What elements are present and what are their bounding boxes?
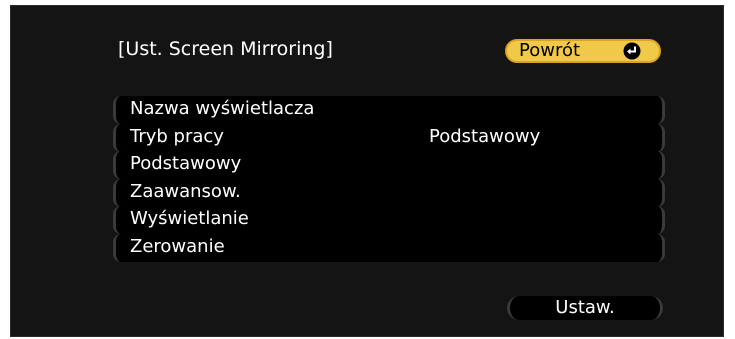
back-button-label: Powrót bbox=[519, 40, 581, 61]
menu-item-podstawowy[interactable]: Podstawowy bbox=[113, 151, 665, 179]
settings-menu: Nazwa wyświetlacza Tryb pracy Podstawowy… bbox=[113, 96, 665, 262]
menu-item-tryb-pracy[interactable]: Tryb pracy Podstawowy bbox=[113, 123, 665, 152]
menu-item-nazwa-wyswietlacza[interactable]: Nazwa wyświetlacza bbox=[113, 96, 665, 124]
menu-item-value: Podstawowy bbox=[429, 125, 541, 147]
menu-item-label: Zerowanie bbox=[130, 235, 225, 257]
menu-item-label: Zaawansow. bbox=[130, 180, 241, 202]
osd-menu-panel: [Ust. Screen Mirroring] Powrót Nazwa wyś… bbox=[10, 5, 724, 337]
menu-item-label: Tryb pracy bbox=[130, 125, 224, 147]
menu-item-label: Nazwa wyświetlacza bbox=[130, 98, 315, 119]
menu-item-wyswietlanie[interactable]: Wyświetlanie bbox=[113, 206, 665, 234]
set-button[interactable]: Ustaw. bbox=[507, 296, 663, 320]
enter-icon bbox=[623, 42, 641, 60]
menu-item-label: Podstawowy bbox=[130, 153, 242, 174]
menu-item-zaawansow[interactable]: Zaawansow. bbox=[113, 178, 665, 207]
page-title: [Ust. Screen Mirroring] bbox=[118, 38, 333, 60]
back-button[interactable]: Powrót bbox=[505, 39, 661, 63]
menu-item-label: Wyświetlanie bbox=[130, 208, 249, 229]
menu-item-zerowanie[interactable]: Zerowanie bbox=[113, 233, 665, 262]
